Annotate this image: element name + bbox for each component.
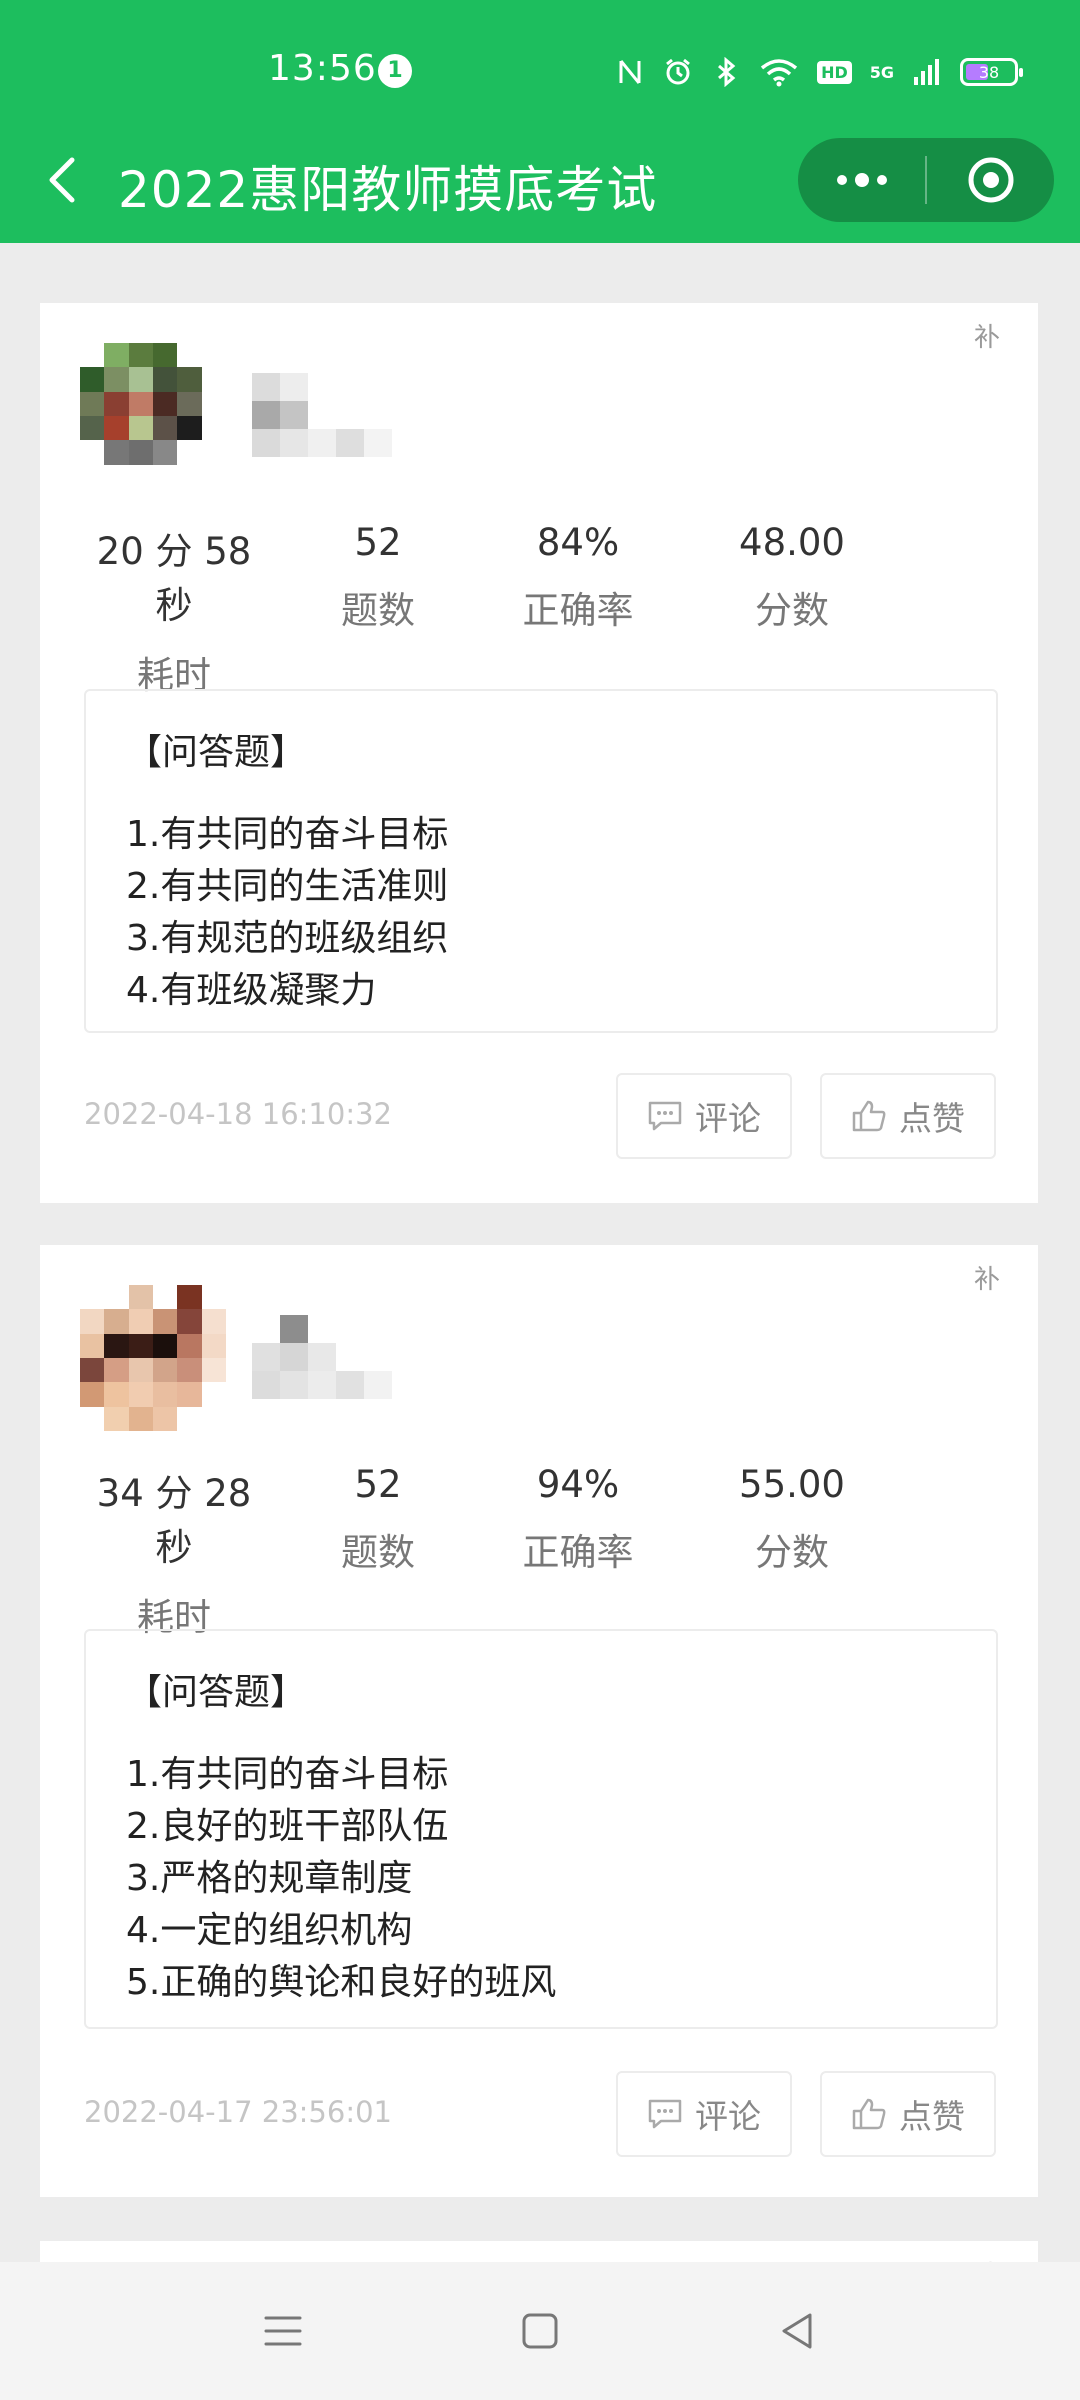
battery-indicator: 38 [960,58,1023,86]
stat-label: 分数 [755,589,829,632]
answer-box: 【问答题】 1.有共同的奋斗目标 2.有共同的生活准则 3.有规范的班级组织 4… [84,689,998,1033]
like-button[interactable]: 点赞 [820,2071,996,2157]
comment-button[interactable]: 评论 [616,2071,792,2157]
comment-button[interactable]: 评论 [616,1073,792,1159]
answer-box: 【问答题】 1.有共同的奋斗目标 2.良好的班干部队伍 3.严格的规章制度 4.… [84,1629,998,2029]
answer-heading: 【问答题】 [126,1672,307,1713]
signal-icon [914,59,939,85]
network-type: 5G [869,62,894,82]
answer-line: 4.一定的组织机构 [126,1910,413,1951]
home-square-icon[interactable] [515,2306,565,2356]
stat-value: 55.00 [739,1463,845,1506]
answer-line: 2.良好的班干部队伍 [126,1806,449,1847]
answer-line: 1.有共同的奋斗目标 [126,814,449,855]
card-footer: 2022-04-17 23:56:01 评论 点赞 [40,2071,1038,2157]
answer-line: 2.有共同的生活准则 [126,866,449,907]
supplement-tag: 补 [973,1265,1000,1295]
stats-row: 34 分 28 秒 耗时 52 题数 94% 正确率 55.00 分数 [40,1463,1038,1639]
record-card: 补 34 分 28 秒 耗时 52 题数 94% 正确率 55.00 分数 【问… [40,1245,1038,2197]
more-button[interactable] [798,138,925,222]
stat-value: 52 [354,1463,402,1506]
stat-accuracy: 94% 正确率 [478,1463,678,1576]
submit-date: 2022-04-17 23:56:01 [84,2095,392,2129]
answer-line: 4.有班级凝聚力 [126,970,377,1011]
stat-value: 84% [536,521,620,564]
stat-label: 正确率 [522,589,634,632]
thumbs-up-icon [852,1100,886,1132]
target-close-icon [968,157,1013,203]
mini-program-capsule [798,138,1054,222]
stat-label: 分数 [755,1531,829,1574]
stat-value: 52 [354,521,402,564]
stat-label: 正确率 [522,1531,634,1574]
comment-label: 评论 [695,2097,761,2136]
like-label: 点赞 [899,1099,965,1138]
back-triangle-icon[interactable] [772,2306,822,2356]
answer-line: 3.有规范的班级组织 [126,918,449,959]
hd-badge: HD [817,60,852,84]
like-button[interactable]: 点赞 [820,1073,996,1159]
answer-heading: 【问答题】 [126,732,307,773]
avatar [80,343,226,489]
system-nav-bar [0,2262,1080,2400]
stat-value: 34 分 28 秒 [96,1472,252,1569]
answer-line: 3.严格的规章制度 [126,1858,413,1899]
status-time: 13:56 [268,48,377,89]
nfc-icon [619,60,641,84]
notification-badge: 1 [378,54,412,88]
stat-question-count: 52 题数 [278,1463,478,1576]
stat-duration: 34 分 28 秒 耗时 [74,1463,274,1641]
more-dots-icon [836,173,887,187]
record-card: 补 20 分 58 秒 耗时 52 题数 84% 正确率 48.00 分数 【问… [40,303,1038,1203]
answer-line: 1.有共同的奋斗目标 [126,1754,449,1795]
like-label: 点赞 [899,2097,965,2136]
stat-label: 题数 [341,589,415,632]
stat-value: 20 分 58 秒 [96,530,252,627]
supplement-tag: 补 [973,323,1000,353]
username-blurred [252,1315,402,1405]
username-blurred [252,373,402,463]
status-icons: HD 5G 38 [615,52,1023,92]
stat-duration: 20 分 58 秒 耗时 [74,521,274,699]
comment-label: 评论 [695,1099,761,1138]
stat-score: 48.00 分数 [692,521,892,634]
card-footer: 2022-04-18 16:10:32 评论 点赞 [40,1073,1038,1159]
bluetooth-icon [718,57,736,87]
back-button[interactable] [40,152,90,208]
thumbs-up-icon [852,2098,886,2130]
status-bar: 13:56 1 HD 5G 38 [0,0,1080,142]
header-bar: 13:56 1 HD 5G 38 2022惠阳教师摸底考试 [0,0,1080,243]
comment-icon [648,1101,682,1131]
stats-row: 20 分 58 秒 耗时 52 题数 84% 正确率 48.00 分数 [40,521,1038,697]
avatar [80,1285,226,1431]
menu-icon[interactable] [258,2306,308,2356]
wifi-icon [760,59,798,87]
battery-level: 38 [978,62,1000,82]
submit-date: 2022-04-18 16:10:32 [84,1097,392,1131]
close-button[interactable] [927,138,1054,222]
stat-label: 题数 [341,1531,415,1574]
stat-value: 48.00 [739,521,845,564]
stat-question-count: 52 题数 [278,521,478,634]
stat-accuracy: 84% 正确率 [478,521,678,634]
stat-value: 94% [536,1463,620,1506]
answer-line: 5.正确的舆论和良好的班风 [126,1962,557,2003]
nav-row: 2022惠阳教师摸底考试 [0,130,1080,230]
comment-icon [648,2099,682,2129]
page-title: 2022惠阳教师摸底考试 [118,161,658,219]
stat-score: 55.00 分数 [692,1463,892,1576]
alarm-icon [666,58,690,85]
